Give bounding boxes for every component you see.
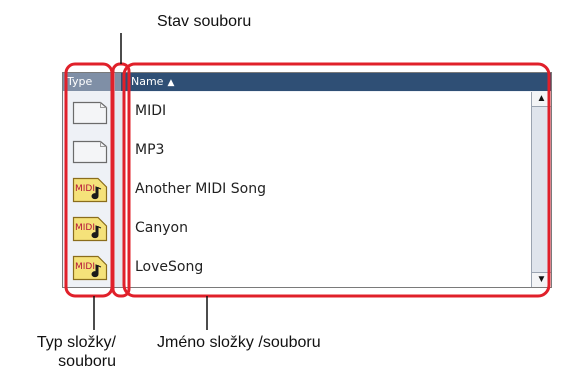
name-column-highlight <box>122 62 551 298</box>
annotation-overlay <box>64 33 551 330</box>
type-column-highlight <box>64 62 114 298</box>
status-column-highlight <box>111 62 131 298</box>
